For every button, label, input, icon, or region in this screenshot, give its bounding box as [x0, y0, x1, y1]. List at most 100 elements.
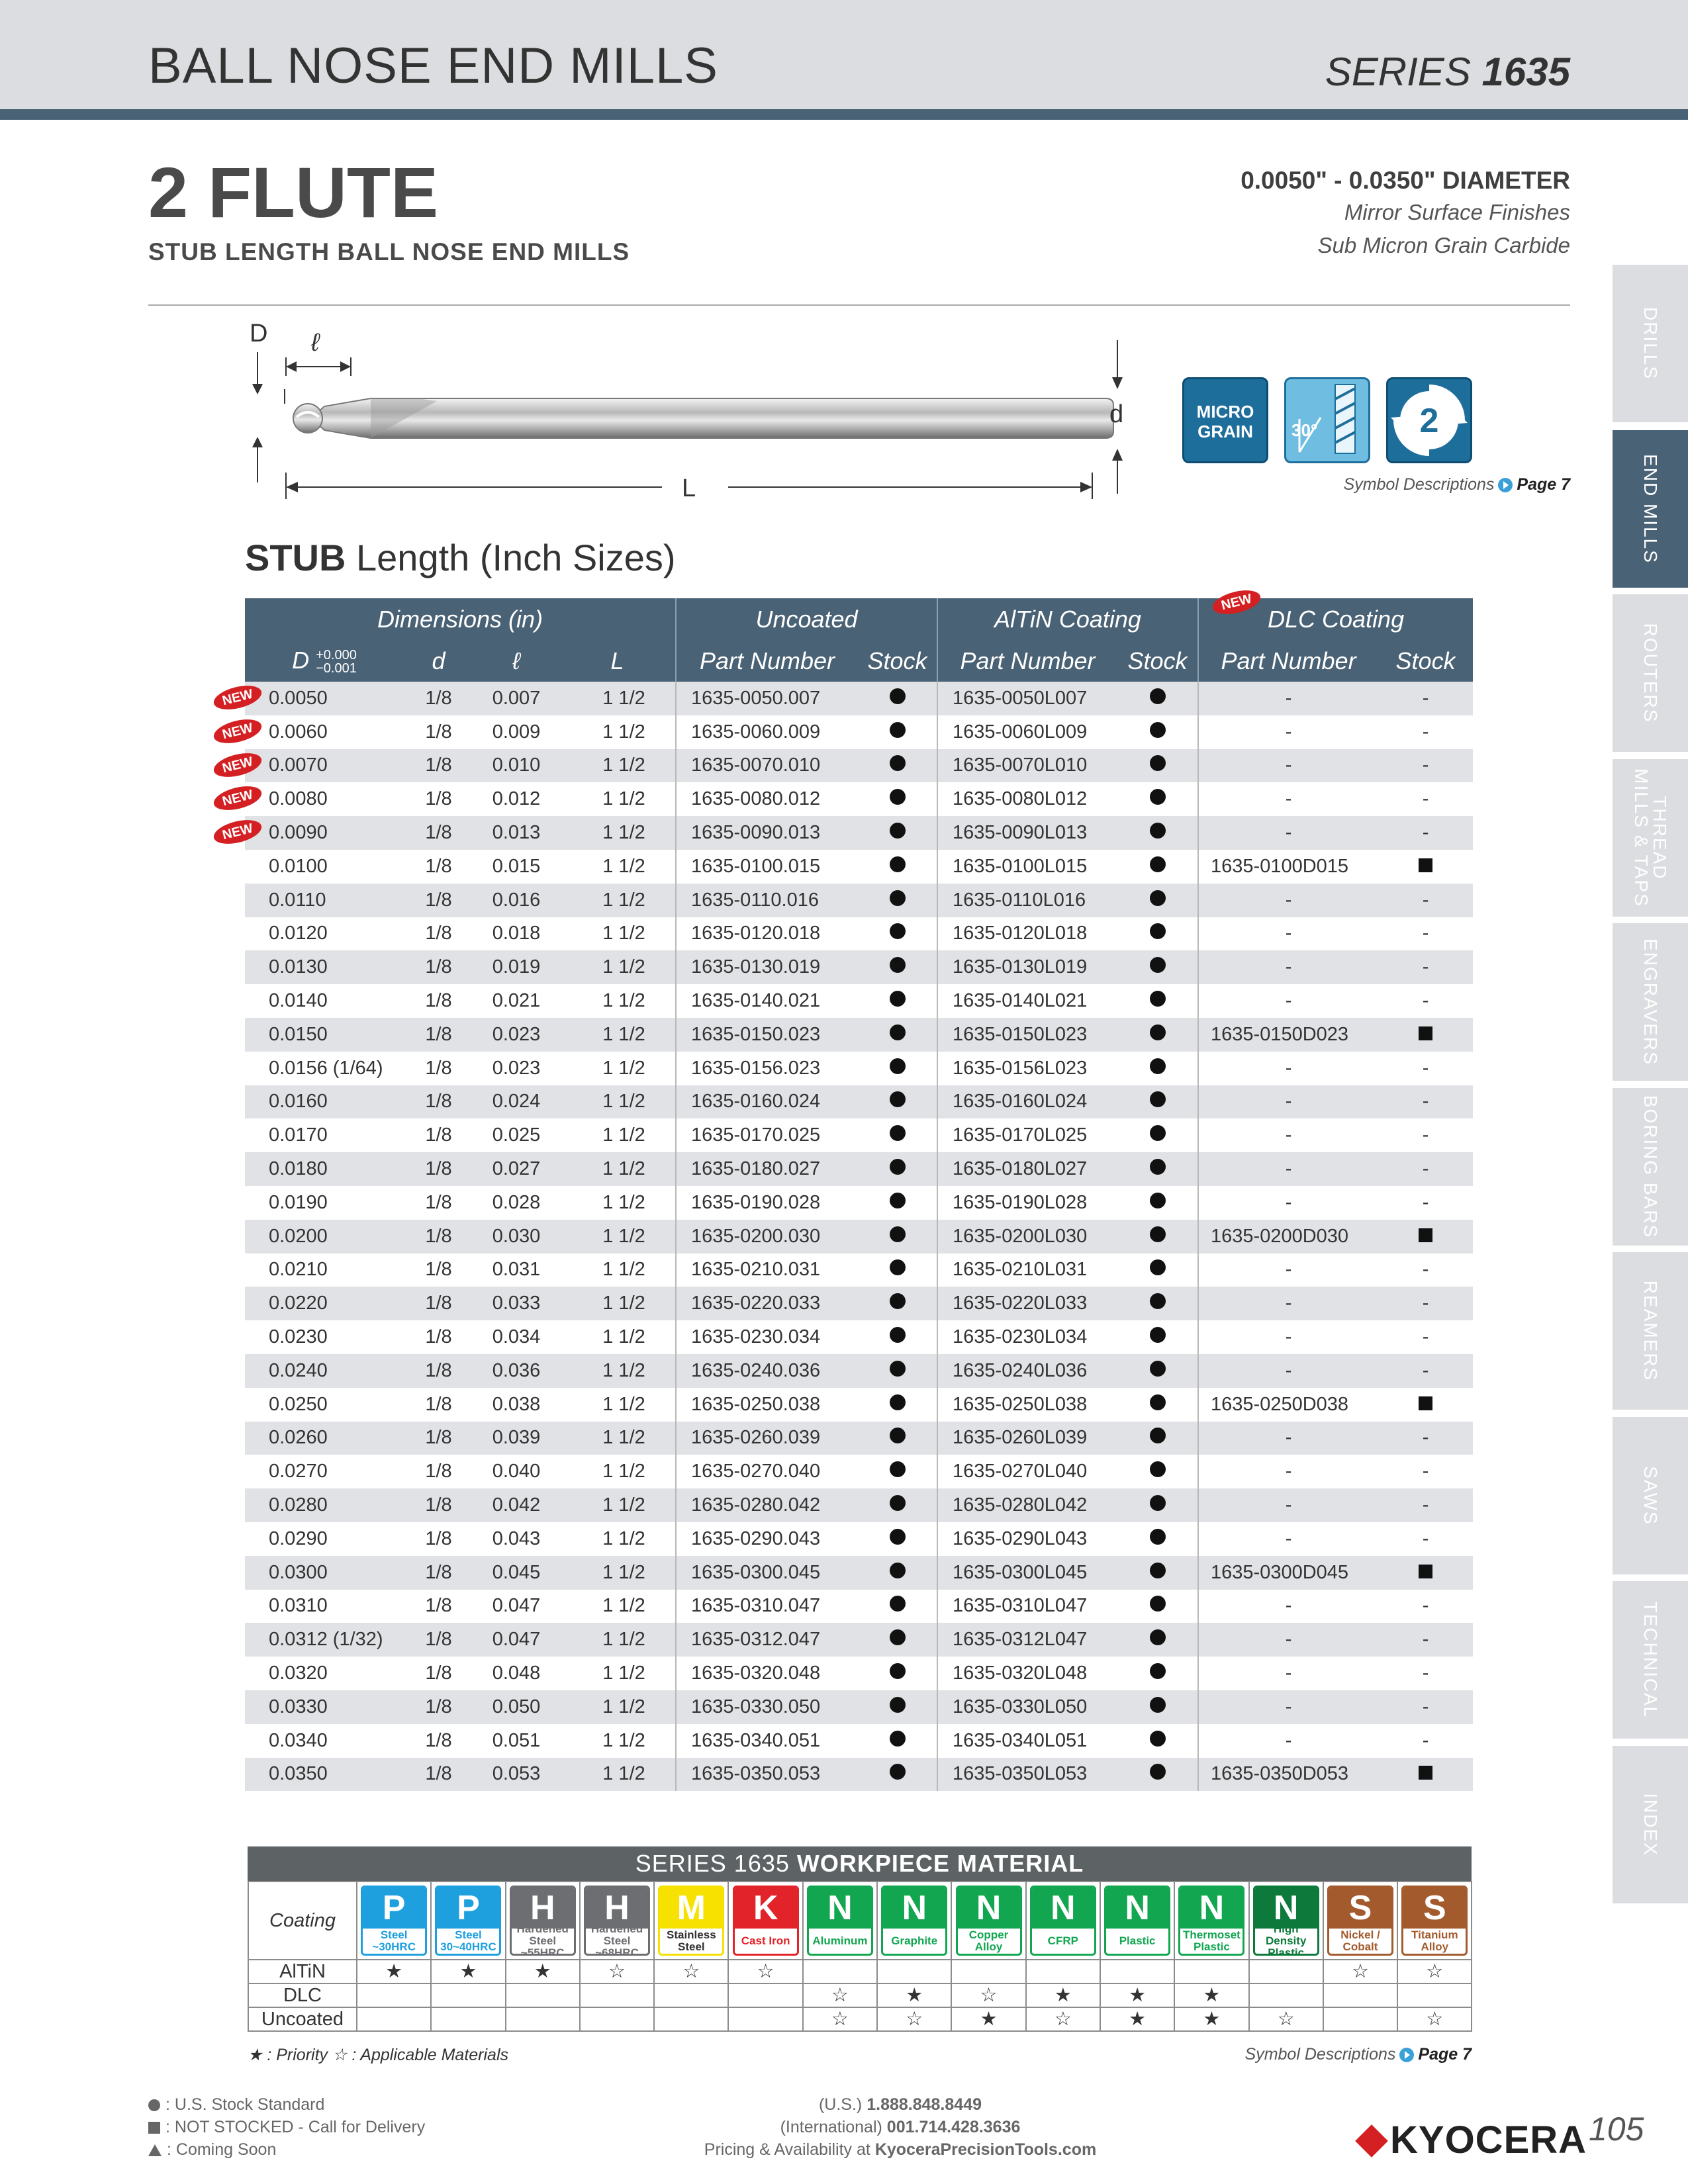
stock-dash: - [1422, 889, 1429, 911]
cell-altin-part: 1635-0210L031 [937, 1253, 1118, 1287]
pricing-site[interactable]: KyoceraPrecisionTools.com [875, 2140, 1096, 2159]
table-row: 0.0120 1/8 0.018 1 1/2 1635-0120.018 1635-012… [245, 917, 1473, 951]
cell-l: 0.025 [492, 1124, 541, 1146]
material-letter: N [1180, 1888, 1243, 1929]
side-tab-routers[interactable]: ROUTERS [1613, 594, 1688, 752]
flute-title: 2 FLUTE [148, 152, 439, 232]
symbol-descriptions-link[interactable]: Symbol Descriptions Page 7 [1344, 475, 1570, 494]
cell-L: 1 1/2 [602, 1461, 645, 1482]
cell-L: 1 1/2 [559, 1488, 677, 1522]
material-chip: N Thermoset Plastic [1178, 1886, 1245, 1956]
cell-altin-part: 1635-0200L030 [937, 1219, 1118, 1253]
coating-mark [1025, 1959, 1101, 1984]
side-tab-reamers[interactable]: REAMERS [1613, 1252, 1688, 1410]
material-cell: H Hardened Steel ~68HRC [579, 1881, 655, 1960]
cell-dlc-stock: - [1378, 1657, 1473, 1690]
cell-d: 1/8 [404, 950, 473, 985]
footer-us-phone: (U.S.) 1.888.848.8449 [662, 2095, 1139, 2115]
cell-altin-stock [1117, 816, 1199, 850]
cell-d: 1/8 [425, 1057, 452, 1079]
cell-D: 0.0250 [269, 1393, 328, 1415]
cell-dlc-part: - [1197, 1051, 1379, 1085]
side-tab-technical[interactable]: TECHNICAL [1613, 1581, 1688, 1739]
cell-D: 0.0170 [269, 1124, 328, 1146]
cell-d: 1/8 [404, 1219, 473, 1253]
cell-uncoated-stock [858, 1186, 937, 1220]
stock-dot-icon [889, 1259, 906, 1276]
side-tab-saws[interactable]: SAWS [1613, 1417, 1688, 1574]
table-row: 0.0220 1/8 0.033 1 1/2 1635-0220.033 1635-022… [245, 1287, 1474, 1321]
cell-D: 0.0130 [245, 950, 404, 985]
cell-dlc-part: - [1197, 782, 1379, 817]
cell-altin-stock [1117, 1253, 1198, 1287]
cell-dlc-part: - [1197, 1455, 1379, 1489]
cell-L: 1 1/2 [602, 1729, 645, 1751]
kyocera-logo: KYOCERA [1355, 2118, 1587, 2162]
cell-altin-stock [1117, 782, 1198, 816]
cell-altin-stock [1117, 1690, 1199, 1724]
coating-mark: ☆ [1322, 1959, 1399, 1984]
material-chip: S Nickel / Cobalt [1327, 1886, 1393, 1956]
symbol-desc-page-2: Page 7 [1418, 2045, 1472, 2064]
cell-l: 0.040 [492, 1461, 541, 1482]
feature-finish: Mirror Surface Finishes [1344, 200, 1570, 224]
col-altin-stock: Stock [1117, 640, 1199, 682]
side-tab-engravers[interactable]: ENGRAVERS [1613, 923, 1688, 1081]
cell-uncoated-part: 1635-0150.023 [675, 1017, 859, 1052]
material-row: Coating P Steel ~30HRC P Steel 30~40HRC H Hard… [248, 1881, 1473, 1960]
cell-d: 1/8 [404, 1287, 473, 1321]
side-tab-label: THREAD MILLS & TAPS [1631, 768, 1670, 907]
side-tab-boring-bars[interactable]: BORING BARS [1613, 1088, 1688, 1246]
cell-D: 0.0240 [245, 1353, 404, 1388]
coating-mark: ☆ [802, 1983, 878, 2008]
cell-altin-stock [1117, 950, 1199, 985]
cell-D: 0.0110 [245, 883, 404, 917]
side-tab-thread-mills-taps[interactable]: THREAD MILLS & TAPS [1613, 759, 1688, 917]
cell-dlc-stock: - [1378, 1522, 1473, 1556]
table-row: 0.0270 1/8 0.040 1 1/2 1635-0270.040 1635-027… [245, 1455, 1473, 1489]
stock-dash: - [1422, 1461, 1429, 1482]
material-cell: P Steel ~30HRC [355, 1881, 432, 1960]
cell-l: 0.012 [492, 788, 541, 810]
stock-dot-icon [1149, 789, 1166, 805]
cell-altin-stock [1117, 1152, 1199, 1186]
cell-l: 0.028 [492, 1191, 541, 1213]
stock-dash: - [1422, 1662, 1429, 1684]
side-tab-label: TECHNICAL [1640, 1601, 1661, 1719]
stock-dot-icon [1149, 1696, 1166, 1713]
cell-D: 0.0310 [269, 1595, 328, 1617]
cell-D: 0.0290 [269, 1527, 328, 1549]
cell-d: 1/8 [404, 1017, 473, 1052]
cell-altin-part: 1635-0250L038 [937, 1387, 1118, 1422]
cell-dlc-stock: - [1378, 1724, 1473, 1758]
cell-dlc-stock: - [1378, 1690, 1474, 1724]
cell-altin-part: 1635-0190L028 [937, 1185, 1118, 1220]
cell-l: 0.039 [473, 1421, 559, 1455]
cell-altin-stock [1117, 1353, 1199, 1388]
cell-altin-part: 1635-0230L034 [937, 1320, 1118, 1354]
cell-D: 0.0270 [269, 1461, 328, 1482]
micro-line1: MICRO [1196, 402, 1254, 422]
cell-dlc-stock: - [1378, 1186, 1473, 1220]
stock-dot-icon [889, 856, 906, 872]
side-tab-index[interactable]: INDEX [1613, 1746, 1688, 1903]
stock-dash: - [1422, 1293, 1429, 1314]
material-label: Nickel / Cobalt [1340, 1929, 1380, 1953]
cell-uncoated-stock [858, 850, 937, 884]
side-tab-drills[interactable]: DRILLS [1613, 265, 1688, 422]
material-chip: P Steel 30~40HRC [435, 1886, 502, 1956]
cell-dlc-part: - [1197, 1522, 1379, 1556]
cell-L: 1 1/2 [559, 950, 677, 985]
cell-L: 1 1/2 [559, 1421, 677, 1455]
side-tab-end-mills[interactable]: END MILLS [1613, 430, 1688, 588]
coating-name: DLC [248, 1983, 357, 2008]
cell-uncoated-part: 1635-0340.051 [675, 1723, 859, 1758]
table-row: 0.0170 1/8 0.025 1 1/2 1635-0170.025 1635-017… [245, 1118, 1473, 1153]
cell-L: 1 1/2 [602, 1595, 645, 1617]
symbol-descriptions-link-2[interactable]: Symbol Descriptions Page 7 [1245, 2045, 1472, 2064]
cell-L: 1 1/2 [559, 1287, 677, 1321]
stock-dot-icon [1149, 1764, 1166, 1780]
stock-dot-icon [889, 1663, 906, 1679]
material-label: Copper Alloy [968, 1929, 1009, 1953]
cell-l: 0.027 [473, 1152, 559, 1186]
